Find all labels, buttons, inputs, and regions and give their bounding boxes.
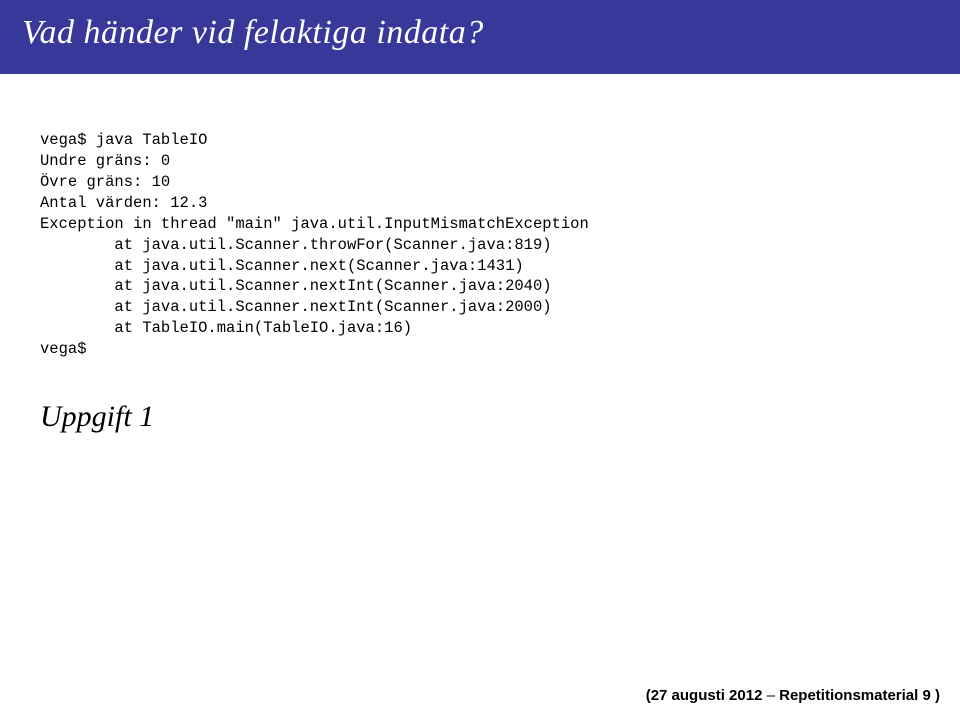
section-heading: Uppgift 1 [40,400,920,434]
code-line: Antal värden: 12.3 [40,194,207,212]
code-line: vega$ java TableIO [40,131,207,149]
title-bar: Vad händer vid felaktiga indata? [0,0,960,74]
code-line: at java.util.Scanner.nextInt(Scanner.jav… [40,298,552,316]
footer-dash: – [762,687,779,704]
code-line: Övre gräns: 10 [40,173,170,191]
code-line: at java.util.Scanner.next(Scanner.java:1… [40,257,524,275]
code-block: vega$ java TableIO Undre gräns: 0 Övre g… [40,130,920,360]
code-line: at TableIO.main(TableIO.java:16) [40,319,412,337]
code-line: at java.util.Scanner.throwFor(Scanner.ja… [40,236,552,254]
slide-title: Vad händer vid felaktiga indata? [22,14,938,52]
footer-label: Repetitionsmaterial 9 ) [779,687,940,704]
code-line: Undre gräns: 0 [40,152,170,170]
slide: Vad händer vid felaktiga indata? vega$ j… [0,0,960,720]
code-line: at java.util.Scanner.nextInt(Scanner.jav… [40,277,552,295]
slide-body: vega$ java TableIO Undre gräns: 0 Övre g… [0,80,960,720]
code-line: vega$ [40,340,87,358]
footer: (27 augusti 2012 – Repetitionsmaterial 9… [646,687,940,704]
code-line: Exception in thread "main" java.util.Inp… [40,215,589,233]
footer-date: (27 augusti 2012 [646,687,763,704]
